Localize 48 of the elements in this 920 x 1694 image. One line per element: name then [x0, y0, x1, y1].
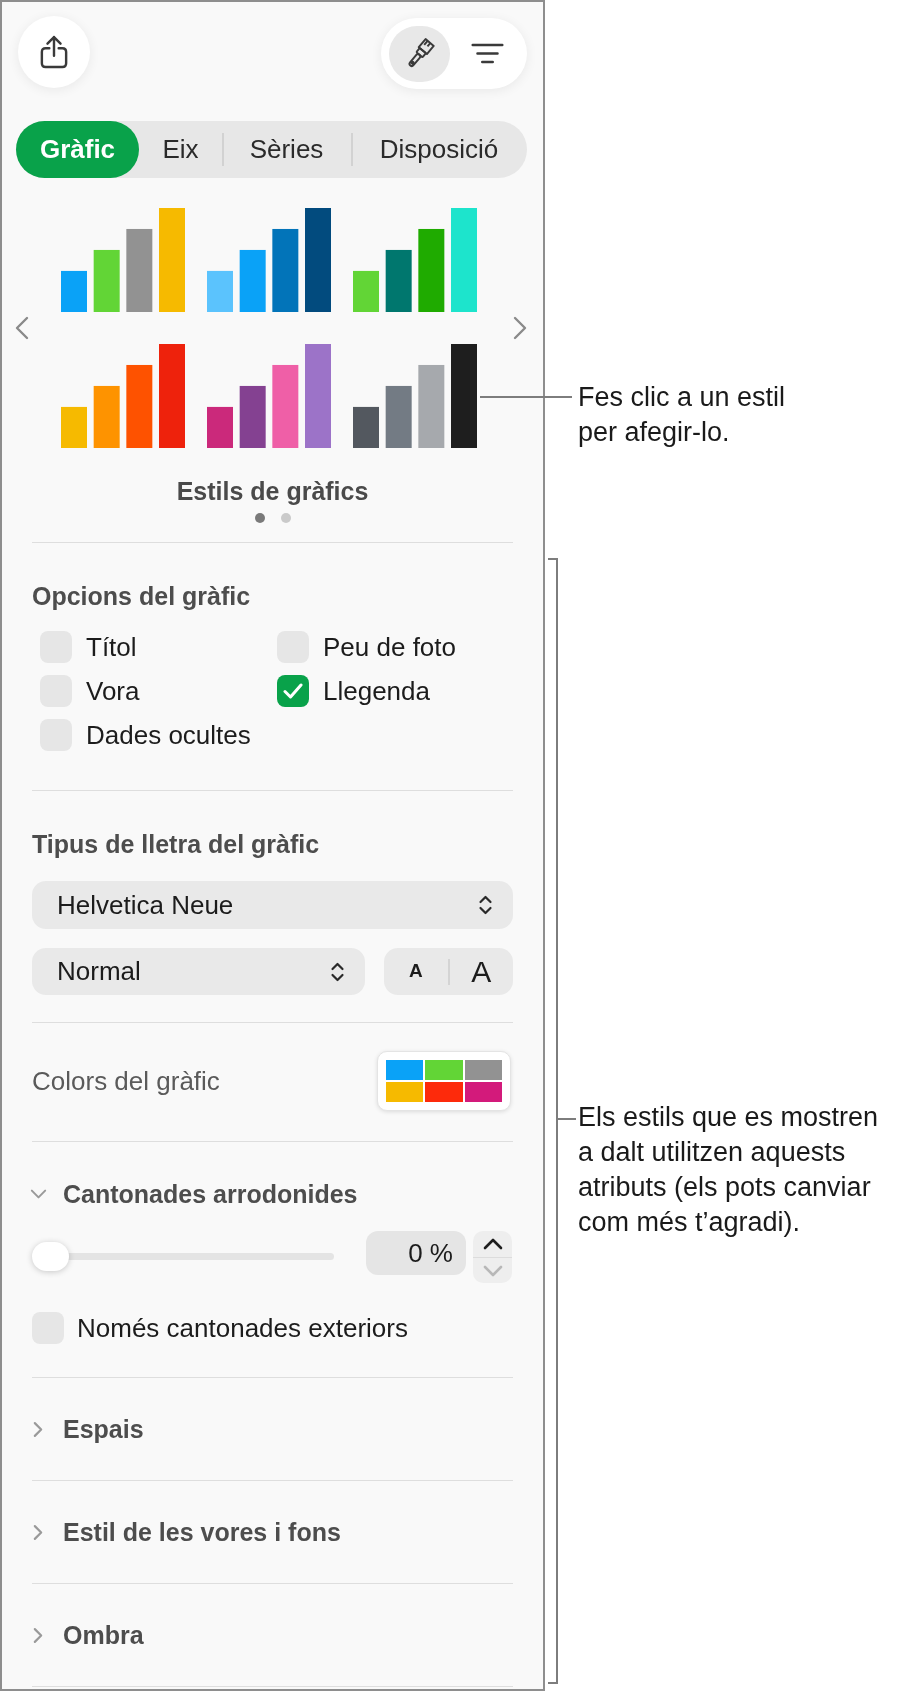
chevron-right-icon: [33, 1420, 43, 1438]
callout-text: Fes clic a un estil per afegir-lo.: [578, 381, 787, 449]
tab[interactable]: Eix: [139, 121, 222, 178]
disclosure-header[interactable]: Ombra: [28, 1620, 144, 1650]
tab[interactable]: Disposició: [351, 121, 527, 178]
checkbox-label: Llegenda: [323, 675, 430, 707]
disclosure-header[interactable]: Espais: [28, 1414, 144, 1444]
chevron-right-icon: [33, 1523, 43, 1541]
decrease-size-button[interactable]: A: [384, 948, 448, 995]
chevron-right-icon: [33, 1626, 43, 1644]
disclosure-header[interactable]: Cantonades arrodonides: [28, 1179, 358, 1209]
section-title: Opcions del gràfic: [32, 582, 251, 610]
checkbox-label: Només cantonades exteriors: [77, 1312, 408, 1344]
checkmark-icon: [283, 683, 303, 699]
chart-style-button[interactable]: [353, 344, 477, 448]
checkbox-label: Títol: [86, 631, 137, 663]
style-select[interactable]: Normal: [32, 948, 365, 995]
slider-thumb[interactable]: [32, 1242, 69, 1271]
share-icon: [40, 35, 68, 69]
callout-text: Els estils que es mostren a dalt utilitzen aquests atributs (els pots canviar com més t’agradi).: [578, 1101, 880, 1239]
chart-style-button[interactable]: [207, 208, 331, 312]
checkbox-label: Dades ocultes: [86, 719, 251, 751]
checkbox-label: Vora: [86, 675, 140, 707]
up-down-chevron-icon: [478, 894, 493, 916]
next-button[interactable]: [513, 316, 527, 340]
chevron-down-icon: [29, 1189, 47, 1199]
lines-icon: [470, 43, 504, 64]
checkbox-label: Peu de foto: [323, 631, 456, 663]
percent-field[interactable]: 0 %: [366, 1231, 466, 1275]
chart-style-button[interactable]: [207, 344, 331, 448]
increase-size-button[interactable]: A: [449, 948, 513, 995]
format-button[interactable]: [389, 25, 450, 82]
chevron-down-icon: [481, 1264, 504, 1277]
chevron-right-icon: [513, 316, 527, 340]
checkbox[interactable]: [277, 675, 309, 707]
chevron-left-icon: [15, 316, 29, 340]
chevron-up-icon: [481, 1238, 504, 1250]
slider-track[interactable]: [32, 1242, 334, 1272]
section-title: Estils de gràfics: [176, 476, 369, 506]
stepper[interactable]: [473, 1231, 512, 1283]
disclosure-header[interactable]: Estil de les vores i fons: [28, 1517, 341, 1547]
font-select[interactable]: Helvetica Neue: [32, 881, 513, 929]
section-title: Tipus de lletra del gràfic: [32, 830, 320, 858]
previous-button[interactable]: [15, 316, 29, 340]
tab[interactable]: Sèries: [222, 121, 351, 178]
row-label: Colors del gràfic: [32, 1065, 220, 1097]
up-down-chevron-icon: [330, 960, 345, 983]
color-palette-button[interactable]: [377, 1051, 511, 1111]
